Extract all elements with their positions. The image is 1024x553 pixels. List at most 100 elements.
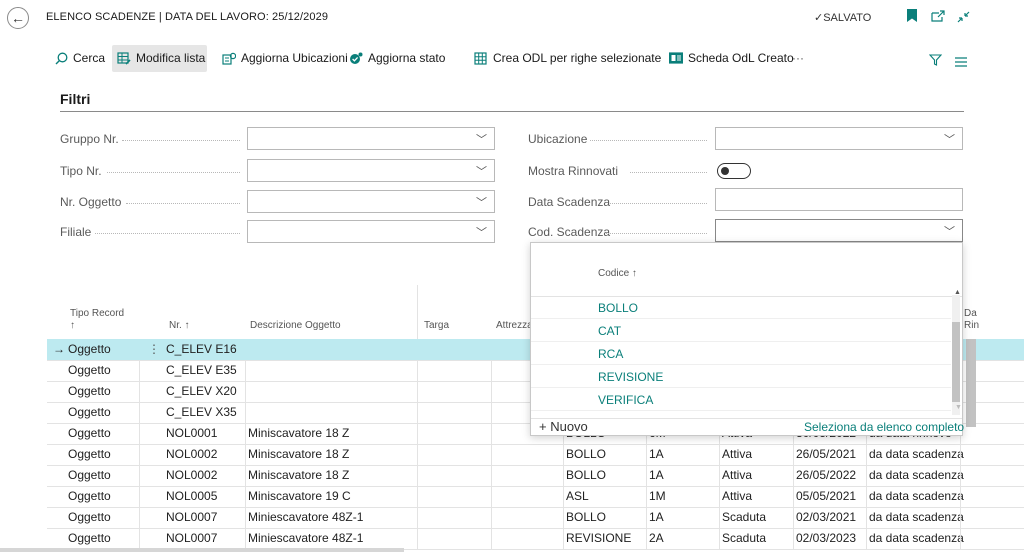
create-odl-button[interactable]: Crea ODL per righe selezionate: [474, 51, 661, 65]
row-menu-icon[interactable]: ⋮: [148, 339, 160, 360]
chevron-down-icon: ﹀: [476, 227, 487, 239]
cell-nr[interactable]: C_ELEV E35: [166, 360, 237, 381]
cell-nr[interactable]: C_ELEV X20: [166, 381, 237, 402]
odl-card-button[interactable]: Scheda OdL Creato: [669, 51, 794, 65]
cod-scadenza-select[interactable]: ﹀: [715, 219, 963, 242]
chevron-down-icon: ﹀: [476, 197, 487, 209]
nr-oggetto-select[interactable]: ﹀: [247, 190, 495, 213]
lookup-item[interactable]: BOLLO: [598, 301, 638, 315]
edit-list-button[interactable]: Modifica lista: [117, 51, 205, 65]
cell-stato: Attiva: [722, 468, 753, 482]
cell-nr[interactable]: NOL0002: [166, 444, 217, 465]
cell-calc: da data scadenza: [869, 531, 964, 545]
update-status-icon: [350, 52, 363, 64]
scroll-up-arrow-icon[interactable]: ▲: [954, 289, 961, 296]
dotted-leader: [126, 203, 240, 204]
scroll-down-arrow-icon[interactable]: ▼: [955, 404, 962, 411]
cell-stato: Scaduta: [722, 510, 767, 524]
cell-tipo[interactable]: Oggetto: [68, 381, 111, 402]
list-view-icon[interactable]: [955, 54, 967, 72]
data-scadenza-input[interactable]: [715, 188, 963, 211]
cell-per: 1A: [649, 510, 664, 524]
gruppo-nr-label: Gruppo Nr.: [60, 132, 119, 146]
horizontal-scrollbar[interactable]: [0, 548, 404, 552]
cell-cod: BOLLO: [566, 468, 607, 482]
cell-nr[interactable]: NOL0005: [166, 486, 217, 507]
chevron-down-icon: ﹀: [944, 226, 955, 238]
update-locations-button[interactable]: Aggiorna Ubicazioni: [222, 51, 348, 65]
mostra-rinnovati-toggle[interactable]: [717, 163, 751, 179]
search-button[interactable]: Cerca: [55, 51, 105, 65]
cell-tipo[interactable]: Oggetto: [68, 486, 111, 507]
table-scrollbar[interactable]: [966, 339, 976, 427]
cell-calc: da data scadenza: [869, 447, 964, 461]
toggle-knob: [721, 167, 729, 175]
cell-nr[interactable]: C_ELEV X35: [166, 402, 237, 423]
column-divider: [417, 360, 418, 550]
back-arrow-icon: ←: [11, 10, 25, 26]
dotted-leader: [630, 172, 707, 173]
filters-divider: [60, 111, 964, 112]
lookup-item[interactable]: RCA: [598, 347, 623, 361]
select-full-list-link[interactable]: Seleziona da elenco completo: [804, 420, 964, 434]
cell-tipo[interactable]: Oggetto: [68, 402, 111, 423]
gruppo-nr-select[interactable]: ﹀: [247, 127, 495, 150]
filiale-select[interactable]: ﹀: [247, 220, 495, 243]
saved-status: ✓SALVATO: [814, 12, 872, 24]
cell-per: 1A: [649, 447, 664, 461]
search-icon: [55, 52, 68, 64]
lookup-item-divider: [531, 410, 951, 411]
cell-tipo[interactable]: Oggetto: [68, 339, 111, 360]
more-actions-button[interactable]: ···: [792, 51, 804, 65]
dotted-leader: [606, 233, 707, 234]
sort-asc-icon: ↑: [70, 320, 75, 331]
cell-nr[interactable]: NOL0007: [166, 528, 217, 549]
lookup-item-divider: [531, 387, 951, 388]
cell-tipo[interactable]: Oggetto: [68, 507, 111, 528]
back-button[interactable]: ←: [7, 7, 29, 29]
bookmark-icon[interactable]: [907, 9, 917, 24]
edit-list-icon: [117, 51, 131, 65]
ubicazione-select[interactable]: ﹀: [715, 127, 963, 150]
chevron-down-icon: ﹀: [476, 134, 487, 146]
col-tipo-record-header[interactable]: Tipo Record: [70, 308, 124, 319]
cell-nr[interactable]: C_ELEV E16: [166, 339, 237, 360]
lookup-item[interactable]: REVISIONE: [598, 370, 663, 384]
open-in-new-window-icon[interactable]: [931, 10, 945, 24]
filter-icon[interactable]: [928, 53, 943, 71]
column-divider: [491, 360, 492, 550]
cell-data: 05/05/2021: [796, 489, 857, 503]
dotted-leader: [610, 203, 707, 204]
cell-calc: da data scadenza: [869, 489, 964, 503]
col-data-header[interactable]: Da: [964, 308, 977, 319]
cell-calc: da data scadenza: [869, 468, 964, 482]
cell-nr[interactable]: NOL0001: [166, 423, 217, 444]
data-scadenza-label: Data Scadenza: [528, 195, 611, 209]
cell-tipo[interactable]: Oggetto: [68, 423, 111, 444]
col-descrizione-header[interactable]: Descrizione Oggetto: [250, 320, 341, 331]
col-targa-header[interactable]: Targa: [424, 320, 449, 331]
lookup-item[interactable]: VERIFICA: [598, 393, 653, 407]
cell-nr[interactable]: NOL0002: [166, 465, 217, 486]
cell-nr[interactable]: NOL0007: [166, 507, 217, 528]
lookup-item[interactable]: CAT: [598, 324, 621, 338]
cell-tipo[interactable]: Oggetto: [68, 465, 111, 486]
lookup-scroll-thumb[interactable]: [952, 322, 960, 402]
dotted-leader: [107, 172, 240, 173]
cell-tipo[interactable]: Oggetto: [68, 360, 111, 381]
dotted-leader: [590, 140, 707, 141]
column-divider: [139, 360, 140, 550]
col-rinnovo-header[interactable]: Rin: [964, 320, 979, 331]
update-status-button[interactable]: Aggiorna stato: [349, 51, 445, 65]
update-locations-icon: [222, 52, 236, 65]
col-nr-header[interactable]: Nr. ↑: [169, 320, 190, 331]
col-attrezzatura-header[interactable]: Attrezza: [496, 320, 533, 331]
search-label: Cerca: [73, 51, 106, 65]
new-record-button[interactable]: + Nuovo: [539, 419, 588, 434]
cell-tipo[interactable]: Oggetto: [68, 444, 111, 465]
cell-tipo[interactable]: Oggetto: [68, 528, 111, 549]
lookup-column-header[interactable]: Codice ↑: [598, 268, 637, 279]
collapse-icon[interactable]: [957, 11, 970, 25]
tipo-nr-select[interactable]: ﹀: [247, 159, 495, 182]
mostra-rinnovati-label: Mostra Rinnovati: [528, 164, 619, 178]
